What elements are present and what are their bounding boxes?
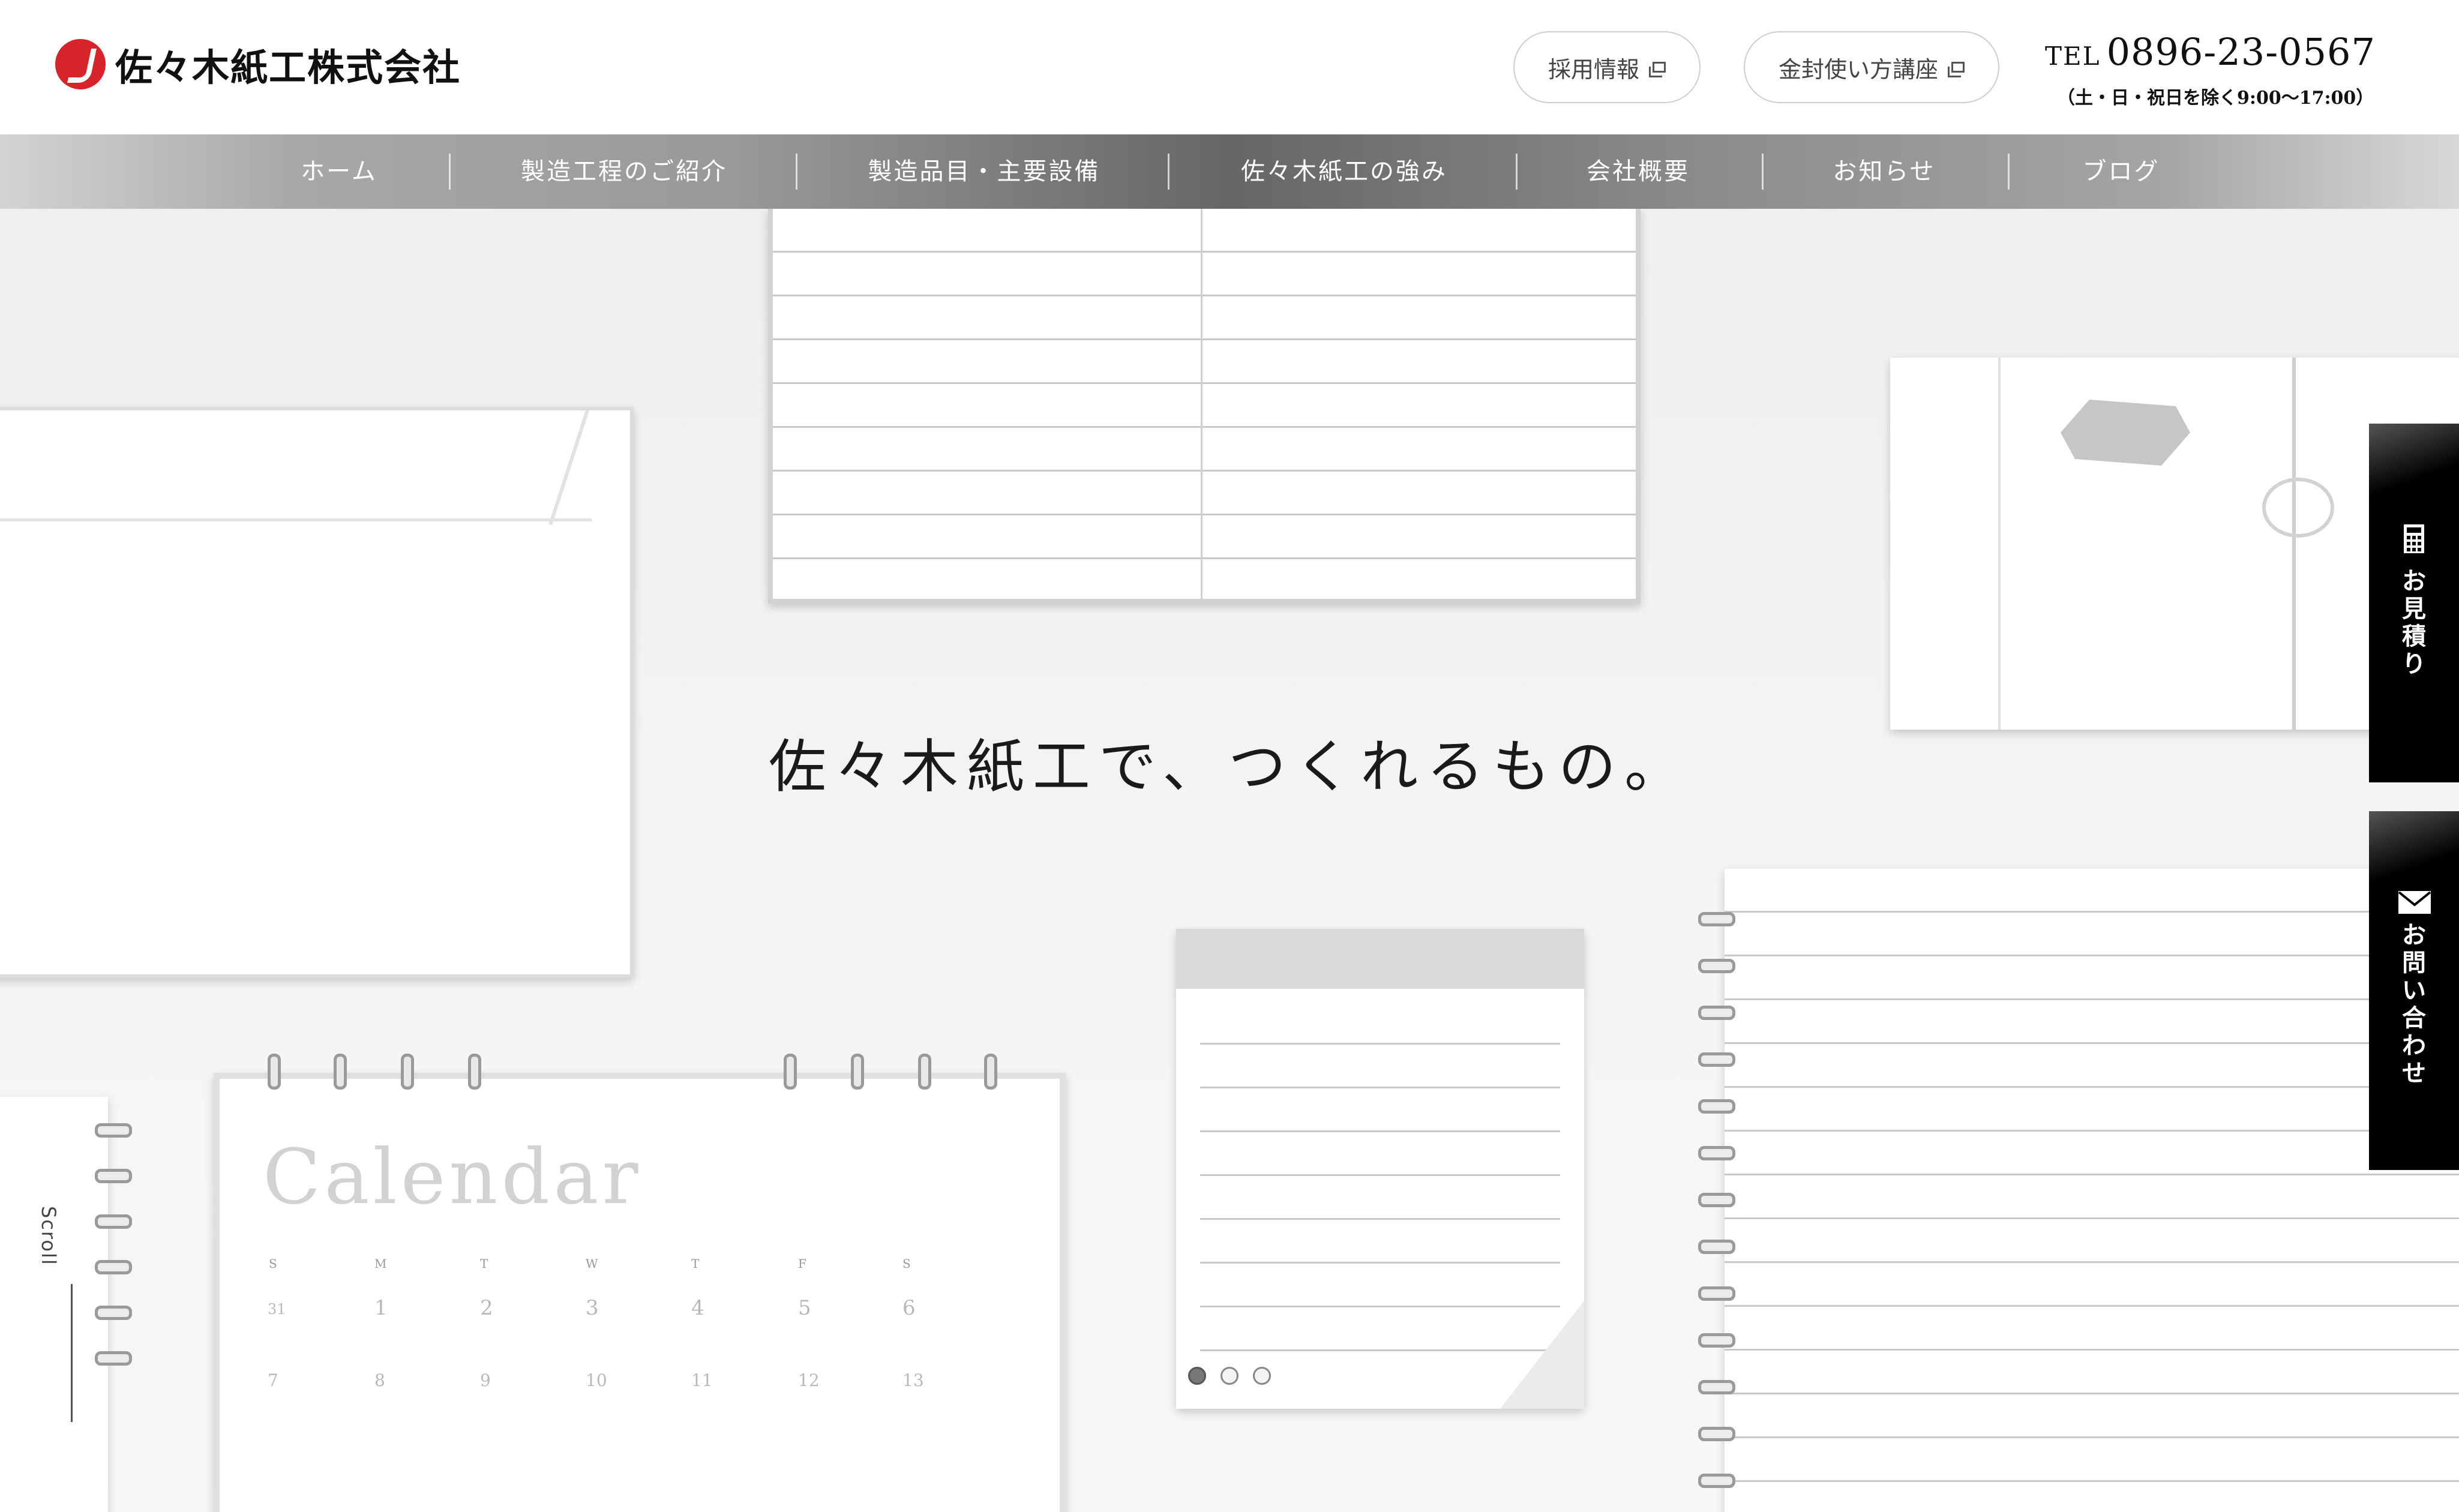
nav-divider xyxy=(1516,154,1518,190)
spiral-ring xyxy=(1698,959,1735,973)
calendar-date: 9 xyxy=(480,1370,491,1390)
nav-item-company[interactable]: 会社概要 xyxy=(1554,134,1722,209)
envelope-course-button[interactable]: 金封使い方講座 xyxy=(1744,31,1999,103)
calendar-ring xyxy=(918,1054,931,1090)
company-name: 佐々木紙工株式会社 xyxy=(115,46,461,89)
tel-label: TEL xyxy=(2045,41,2101,71)
spiral-notebook-illustration xyxy=(1725,869,2459,1512)
slide-dot-1[interactable] xyxy=(1188,1367,1206,1385)
spiral-ring xyxy=(95,1306,132,1320)
hero-catchcopy: 佐々木紙工で、つくれるもの。 xyxy=(768,733,1691,800)
calendar-day: T xyxy=(691,1256,700,1271)
external-link-icon xyxy=(1948,62,1965,77)
calendar-date: 8 xyxy=(374,1370,385,1390)
nav-divider xyxy=(1762,154,1764,190)
nav-item-news[interactable]: お知らせ xyxy=(1794,134,1974,209)
global-nav: ホーム 製造工程のご紹介 製造品目・主要設備 佐々木紙工の強み 会社概要 お知ら… xyxy=(0,134,2459,209)
nav-item-process[interactable]: 製造工程のご紹介 xyxy=(480,134,768,209)
recruit-button-label: 採用情報 xyxy=(1548,56,1639,83)
spiral-ring xyxy=(95,1123,132,1138)
spiral-ring xyxy=(95,1214,132,1229)
calendar-ring xyxy=(268,1054,281,1090)
small-notebook-illustration xyxy=(0,1097,108,1512)
recruit-button[interactable]: 採用情報 xyxy=(1513,31,1701,103)
calendar-date: 13 xyxy=(902,1370,924,1390)
estimate-side-tab[interactable]: お見積り xyxy=(2369,424,2459,782)
spiral-ring xyxy=(1698,1193,1735,1207)
logo-mark-icon xyxy=(55,39,106,89)
notebook-illustration xyxy=(768,209,1641,604)
calendar-date: 7 xyxy=(268,1370,278,1390)
spiral-ring xyxy=(1698,912,1735,926)
spiral-ring xyxy=(1698,1427,1735,1441)
spiral-ring xyxy=(1698,1380,1735,1394)
mail-icon xyxy=(2398,891,2431,914)
nav-item-blog[interactable]: ブログ xyxy=(2040,134,2202,209)
spiral-ring xyxy=(1698,1146,1735,1160)
calendar-day: W xyxy=(586,1256,598,1271)
calendar-title: Calendar xyxy=(263,1133,642,1221)
calendar-day: S xyxy=(269,1256,277,1271)
calendar-ring xyxy=(984,1054,997,1090)
calendar-ring xyxy=(334,1054,347,1090)
calculator-icon xyxy=(2404,524,2424,553)
calendar-date: 4 xyxy=(691,1296,704,1320)
spiral-ring xyxy=(1698,1052,1735,1067)
envelope-course-button-label: 金封使い方講座 xyxy=(1778,56,1938,83)
calendar-ring xyxy=(851,1054,864,1090)
contact-side-tab[interactable]: お問い合わせ xyxy=(2369,811,2459,1170)
calendar-date: 3 xyxy=(586,1296,599,1320)
contact-tab-label: お問い合わせ xyxy=(2402,922,2426,1087)
calendar-date: 2 xyxy=(480,1296,493,1320)
spiral-ring xyxy=(95,1169,132,1183)
phone-contact[interactable]: TEL 0896-23-0567 （土・日・祝日を除く9:00〜17:00） xyxy=(2045,30,2376,109)
calendar-day: T xyxy=(480,1256,488,1271)
nav-divider xyxy=(1168,154,1169,190)
scroll-indicator-label: Scroll xyxy=(37,1206,60,1266)
calendar-ring xyxy=(401,1054,414,1090)
estimate-tab-label: お見積り xyxy=(2402,568,2426,678)
company-logo[interactable]: 佐々木紙工株式会社 xyxy=(55,37,461,91)
spiral-ring xyxy=(95,1351,132,1366)
nav-divider xyxy=(796,154,797,190)
spiral-ring xyxy=(1698,1240,1735,1254)
calendar-day: F xyxy=(798,1256,806,1271)
calendar-date: 12 xyxy=(798,1370,820,1390)
spiral-ring xyxy=(1698,1286,1735,1301)
spiral-ring xyxy=(1698,1006,1735,1020)
site-header: 佐々木紙工株式会社 採用情報 金封使い方講座 TEL 0896-23-0567 （… xyxy=(0,0,2459,134)
spiral-ring xyxy=(1698,1333,1735,1348)
calendar-day: S xyxy=(902,1256,911,1271)
tel-number: 0896-23-0567 xyxy=(2106,30,2376,74)
calendar-ring xyxy=(784,1054,797,1090)
scroll-indicator-line xyxy=(71,1284,73,1422)
nav-divider xyxy=(449,154,451,190)
spiral-ring xyxy=(95,1260,132,1274)
calendar-date: 5 xyxy=(798,1296,811,1320)
memo-pad-illustration xyxy=(1176,929,1584,1409)
nav-item-products[interactable]: 製造品目・主要設備 xyxy=(828,134,1140,209)
envelope-illustration xyxy=(0,407,634,978)
slide-dot-3[interactable] xyxy=(1253,1367,1271,1385)
calendar-date: 11 xyxy=(691,1370,713,1390)
calendar-ring xyxy=(468,1054,481,1090)
calendar-date: 1 xyxy=(374,1296,388,1320)
business-hours: （土・日・祝日を除く9:00〜17:00） xyxy=(2057,88,2374,109)
nav-divider xyxy=(2008,154,2010,190)
hero-slider: 佐々木紙工で、つくれるもの。 Calendar S M T W T F S 31… xyxy=(0,209,2459,1512)
calendar-day: M xyxy=(374,1256,387,1271)
spiral-ring xyxy=(1698,1474,1735,1488)
nav-item-home[interactable]: ホーム xyxy=(264,134,414,209)
calendar-date: 10 xyxy=(586,1370,607,1390)
calendar-date: 31 xyxy=(268,1301,286,1318)
external-link-icon xyxy=(1649,62,1666,77)
calendar-date: 6 xyxy=(902,1296,916,1320)
spiral-ring xyxy=(1698,1099,1735,1114)
nav-item-strengths[interactable]: 佐々木紙工の強み xyxy=(1200,134,1488,209)
slide-dot-2[interactable] xyxy=(1220,1367,1239,1385)
